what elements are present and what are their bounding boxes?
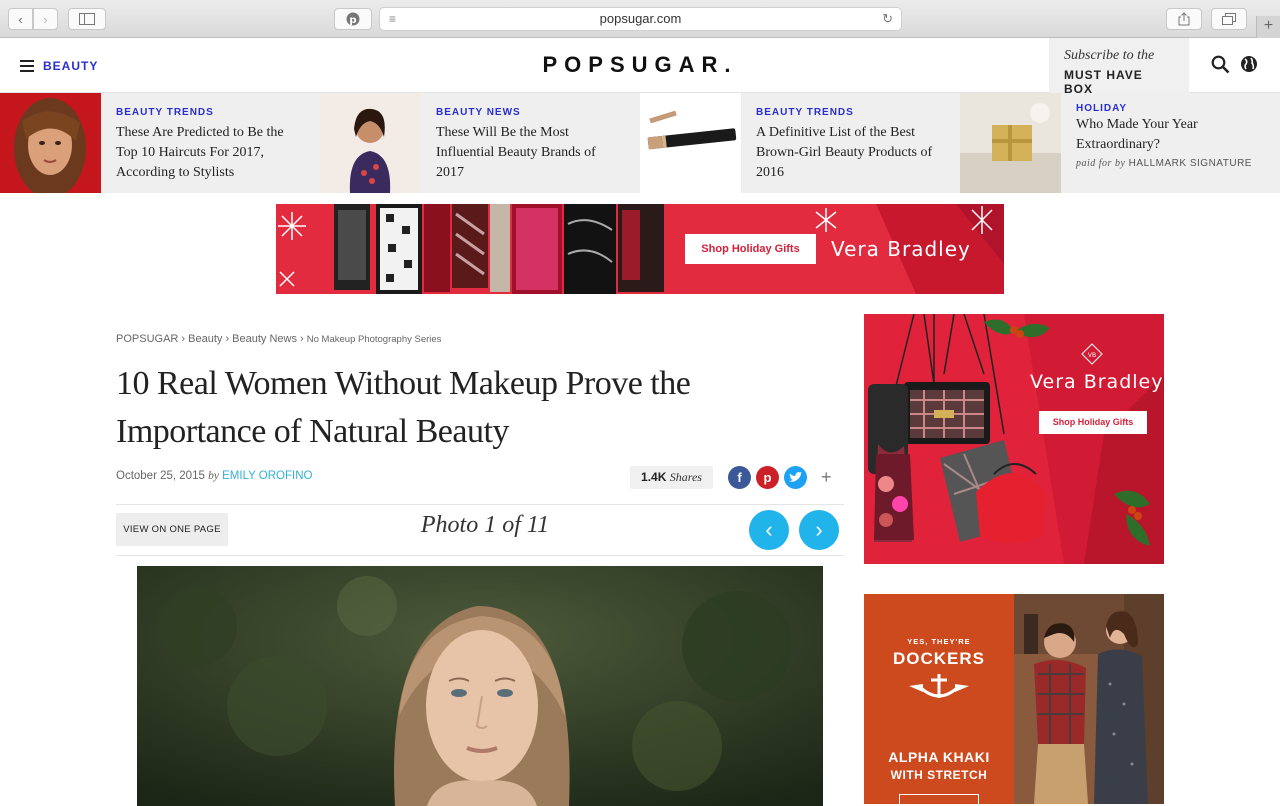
trending-thumbnail xyxy=(960,93,1061,193)
search-icon[interactable] xyxy=(1211,55,1230,79)
sponsor-name[interactable]: HALLMARK SIGNATURE xyxy=(1129,158,1252,169)
pinterest-icon: p xyxy=(763,470,772,485)
vera-bradley-side-ad[interactable]: VB Vera Bradley Shop Holiday Gifts xyxy=(864,314,1164,564)
sidebar-icon xyxy=(79,13,95,25)
trending-thumbnail xyxy=(640,93,741,193)
trending-card[interactable]: BEAUTY TRENDS A Definitive List of the B… xyxy=(640,93,960,193)
anchor-icon xyxy=(909,674,969,698)
breadcrumb-item[interactable]: Beauty xyxy=(188,333,222,345)
dockers-cta-button[interactable] xyxy=(899,794,979,804)
share-icon xyxy=(1178,12,1190,26)
svg-text:VB: VB xyxy=(1088,352,1096,359)
subscribe-box-link[interactable]: Subscribe to the MUST HAVE BOX xyxy=(1049,38,1189,96)
more-share-icon[interactable]: + xyxy=(821,467,832,488)
twitter-icon xyxy=(789,472,802,482)
facebook-share-button[interactable]: f xyxy=(728,466,751,489)
back-button[interactable]: ‹ xyxy=(8,8,33,30)
chevron-left-icon: ‹ xyxy=(765,517,773,542)
chevron-left-icon: ‹ xyxy=(18,11,23,27)
trending-category: BEAUTY TRENDS xyxy=(116,107,214,118)
subscribe-line-1: Subscribe to the xyxy=(1064,48,1155,63)
breadcrumb-item[interactable]: POPSUGAR xyxy=(116,333,178,345)
vera-bradley-logo: Vera Bradley xyxy=(1030,371,1164,393)
byline-by: by xyxy=(208,470,219,482)
subscribe-line-2: MUST HAVE BOX xyxy=(1064,68,1143,96)
trending-title[interactable]: These Will Be the Most Influential Beaut… xyxy=(436,123,626,183)
share-count-value: 1.4K xyxy=(641,470,667,484)
shop-holiday-gifts-button[interactable]: Shop Holiday Gifts xyxy=(685,234,816,264)
dockers-tagline: YES, THEY'RE xyxy=(907,637,971,646)
trending-thumbnail xyxy=(320,93,421,193)
breadcrumb: POPSUGAR › Beauty › Beauty News › No Mak… xyxy=(116,333,442,345)
sidebar-button[interactable] xyxy=(68,8,106,30)
dockers-photo xyxy=(1014,594,1164,804)
trending-card[interactable]: BEAUTY TRENDS These Are Predicted to Be … xyxy=(0,93,320,193)
byline: October 25, 2015 by EMILY OROFINO xyxy=(116,470,312,482)
photo-counter: Photo 1 of 11 xyxy=(420,512,550,538)
pinterest-extension-button[interactable]: p xyxy=(334,8,372,30)
forward-button[interactable]: › xyxy=(33,8,58,30)
trending-title[interactable]: A Definitive List of the Best Brown-Girl… xyxy=(756,123,946,183)
sponsor-credit: paid for by HALLMARK SIGNATURE xyxy=(1076,158,1252,169)
divider xyxy=(116,504,844,505)
svg-text:p: p xyxy=(349,15,356,26)
browser-toolbar: ‹ › p ≡ popsugar.com ↻ + xyxy=(0,0,1280,38)
url-text: popsugar.com xyxy=(599,11,682,26)
share-button[interactable] xyxy=(1166,8,1202,30)
site-header: BEAUTY POPSUGAR. Subscribe to the MUST H… xyxy=(0,38,1280,96)
pinterest-share-button[interactable]: p xyxy=(756,466,779,489)
tabs-button[interactable] xyxy=(1211,8,1247,30)
reload-icon[interactable]: ↻ xyxy=(882,8,893,30)
address-bar[interactable]: ≡ popsugar.com ↻ xyxy=(379,7,902,31)
vera-bradley-logo: Vera Bradley xyxy=(831,237,971,261)
plus-icon: + xyxy=(1263,17,1274,34)
sponsor-prefix: paid for by xyxy=(1076,158,1126,169)
chevron-right-icon: › xyxy=(43,11,48,27)
reader-icon[interactable]: ≡ xyxy=(389,8,396,30)
dockers-logo: DOCKERS xyxy=(892,649,985,668)
trending-category: BEAUTY TRENDS xyxy=(756,107,854,118)
globe-icon[interactable] xyxy=(1240,55,1258,78)
vera-bradley-leaderboard-ad[interactable]: Shop Holiday Gifts Vera Bradley xyxy=(276,204,1004,294)
trending-title[interactable]: These Are Predicted to Be the Top 10 Hai… xyxy=(116,123,306,183)
dockers-headline-1: ALPHA KHAKI xyxy=(888,749,990,765)
share-count-label: Shares xyxy=(669,470,702,484)
author-link[interactable]: EMILY OROFINO xyxy=(222,470,312,482)
trending-title[interactable]: Who Made Your Year Extraordinary? xyxy=(1076,115,1266,155)
trending-category: HOLIDAY xyxy=(1076,103,1128,114)
chevron-right-icon: › xyxy=(815,517,823,542)
twitter-share-button[interactable] xyxy=(784,466,807,489)
article-photo[interactable] xyxy=(137,566,823,806)
previous-photo-button[interactable]: ‹ xyxy=(749,510,789,550)
share-count: 1.4K Shares xyxy=(630,466,713,489)
breadcrumb-item[interactable]: Beauty News xyxy=(232,333,297,345)
trending-thumbnail xyxy=(0,93,101,193)
article-title: 10 Real Women Without Makeup Prove the I… xyxy=(116,365,691,450)
pinterest-icon: p xyxy=(346,12,360,26)
new-tab-button[interactable]: + xyxy=(1256,16,1280,38)
trending-category: BEAUTY NEWS xyxy=(436,107,521,118)
trending-card[interactable]: BEAUTY NEWS These Will Be the Most Influ… xyxy=(320,93,640,193)
dockers-side-ad[interactable]: YES, THEY'RE DOCKERS ALPHA KHAKI WITH ST… xyxy=(864,594,1164,804)
trending-card[interactable]: HOLIDAY Who Made Your Year Extraordinary… xyxy=(960,93,1280,193)
dockers-headline-2: WITH STRETCH xyxy=(890,768,988,782)
divider xyxy=(116,555,844,556)
tabs-icon xyxy=(1222,13,1236,25)
shop-holiday-gifts-button[interactable]: Shop Holiday Gifts xyxy=(1039,411,1147,434)
ad-artwork: VB xyxy=(868,314,1164,564)
breadcrumb-item[interactable]: No Makeup Photography Series xyxy=(307,334,442,345)
next-photo-button[interactable]: › xyxy=(799,510,839,550)
publish-date: October 25, 2015 xyxy=(116,470,205,482)
view-on-one-page-button[interactable]: VIEW ON ONE PAGE xyxy=(116,513,228,546)
facebook-icon: f xyxy=(737,470,742,485)
